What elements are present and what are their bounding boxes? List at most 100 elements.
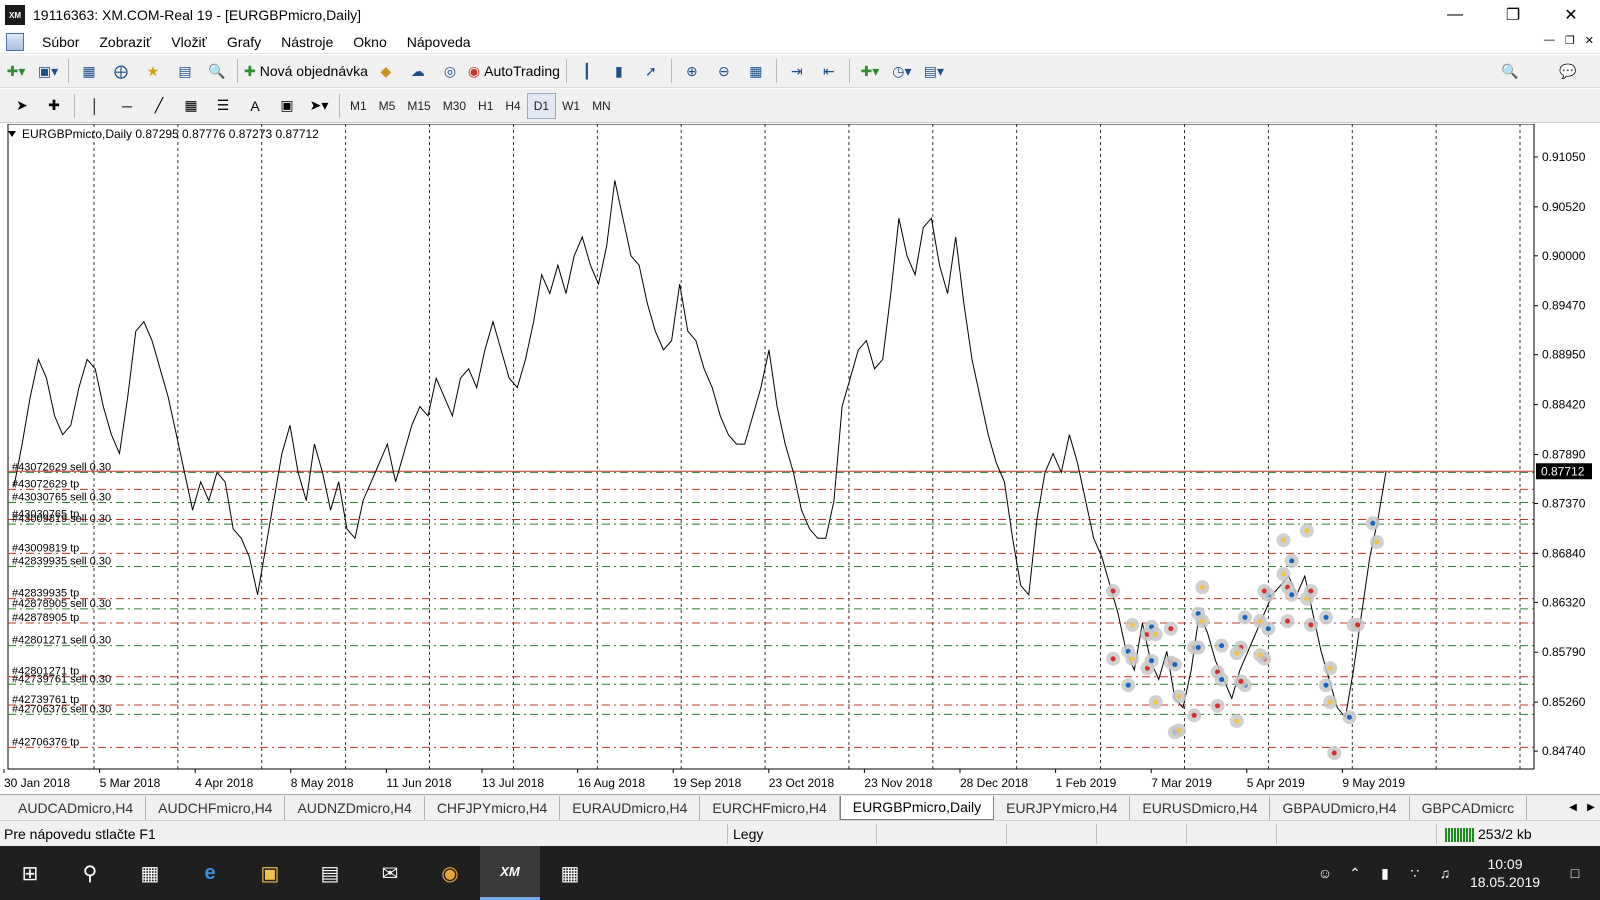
- timeframe-m1[interactable]: M1: [344, 93, 373, 119]
- timeframe-m30[interactable]: M30: [437, 93, 472, 119]
- indicators-icon[interactable]: ✚▾: [856, 58, 884, 84]
- chrome-icon[interactable]: ◉: [420, 846, 480, 900]
- market-watch-icon[interactable]: ▦: [75, 58, 103, 84]
- mail-icon[interactable]: ✉: [360, 846, 420, 900]
- tab-gbpaud[interactable]: GBPAUDmicro,H4: [1270, 795, 1410, 820]
- crosshair-icon[interactable]: ✚: [40, 93, 68, 119]
- search-icon[interactable]: 🔍: [1496, 58, 1524, 84]
- mdi-close-button[interactable]: ✕: [1585, 34, 1594, 47]
- trendline-icon[interactable]: ╱: [145, 93, 173, 119]
- new-chart-button[interactable]: ✚▾: [2, 58, 30, 84]
- chart-window[interactable]: #43072629 sell 0.30 #43072629 tp #43030765…: [0, 123, 1600, 794]
- timeframe-d1[interactable]: D1: [526, 92, 557, 119]
- timeframe-h1[interactable]: H1: [472, 93, 499, 119]
- periods-icon[interactable]: ◷▾: [888, 58, 916, 84]
- zoom-out-icon[interactable]: ⊖: [710, 58, 738, 84]
- fibonacci-icon[interactable]: ☰: [209, 93, 237, 119]
- trade-marker-dot: [1110, 588, 1116, 594]
- trade-marker-dot: [1355, 622, 1361, 628]
- tab-audchf[interactable]: AUDCHFmicro,H4: [146, 795, 286, 820]
- chart-shift-icon[interactable]: ⇤: [815, 58, 843, 84]
- status-separator: [1006, 824, 1007, 844]
- market-icon[interactable]: ◎: [436, 58, 464, 84]
- tab-eurgbp[interactable]: EURGBPmicro,Daily: [839, 795, 995, 820]
- tab-euraud[interactable]: EURAUDmicro,H4: [560, 795, 701, 820]
- navigator-icon[interactable]: ★: [139, 58, 167, 84]
- timeframe-mn[interactable]: MN: [586, 93, 617, 119]
- menu-insert[interactable]: Vložiť: [161, 34, 217, 50]
- volume-icon[interactable]: ♫: [1430, 865, 1460, 881]
- signals-icon[interactable]: ☁: [404, 58, 432, 84]
- templates-icon[interactable]: ▤▾: [920, 58, 948, 84]
- calculator-icon[interactable]: ▦: [540, 846, 600, 900]
- text-label-icon[interactable]: ▣: [273, 93, 301, 119]
- profiles-button[interactable]: ▣▾: [34, 58, 62, 84]
- cursor-icon[interactable]: ➤: [8, 93, 36, 119]
- timeframe-h4[interactable]: H4: [499, 93, 526, 119]
- arrows-icon[interactable]: ➤▾: [305, 93, 333, 119]
- menu-charts[interactable]: Grafy: [217, 34, 271, 50]
- terminal-icon[interactable]: ▤: [171, 58, 199, 84]
- timeframe-m15[interactable]: M15: [401, 93, 436, 119]
- price-chart[interactable]: #43072629 sell 0.30#43072629 tp#43030765…: [0, 123, 1600, 794]
- edge-icon[interactable]: e: [180, 846, 240, 900]
- data-window-icon[interactable]: ⨁: [107, 58, 135, 84]
- tile-windows-icon[interactable]: ▦: [742, 58, 770, 84]
- vertical-line-icon[interactable]: │: [81, 93, 109, 119]
- tab-eurchf[interactable]: EURCHFmicro,H4: [700, 795, 840, 820]
- tab-gbpcad[interactable]: GBPCADmicrc: [1410, 795, 1528, 820]
- tab-scroll-right-icon[interactable]: ▶: [1587, 802, 1595, 813]
- strategy-tester-icon[interactable]: 🔍: [203, 58, 231, 84]
- wifi-icon[interactable]: ∵: [1400, 865, 1430, 882]
- timeframe-w1[interactable]: W1: [556, 93, 586, 119]
- bar-chart-icon[interactable]: ┃: [573, 58, 601, 84]
- chart-window-icon[interactable]: [6, 32, 24, 51]
- tab-scroll-left-icon[interactable]: ◀: [1569, 802, 1577, 813]
- clock[interactable]: 10:09 18.05.2019: [1460, 855, 1550, 891]
- tab-audnzd[interactable]: AUDNZDmicro,H4: [285, 795, 425, 820]
- tab-chfjpy[interactable]: CHFJPYmicro,H4: [425, 795, 561, 820]
- timeframe-m5[interactable]: M5: [373, 93, 402, 119]
- battery-icon[interactable]: ▮: [1370, 865, 1400, 882]
- candlestick-icon[interactable]: ▮: [605, 58, 633, 84]
- trade-marker-dot: [1215, 703, 1221, 709]
- equidistant-channel-icon[interactable]: ▦: [177, 93, 205, 119]
- task-view-icon[interactable]: ▦: [120, 846, 180, 900]
- mdi-minimize-button[interactable]: —: [1544, 34, 1555, 47]
- autotrading-button[interactable]: ◉ AutoTrading: [468, 58, 560, 84]
- auto-scroll-icon[interactable]: ⇥: [783, 58, 811, 84]
- tab-eurjpy[interactable]: EURJPYmicro,H4: [994, 795, 1131, 820]
- connection-status[interactable]: 253/2 kb: [1445, 826, 1532, 842]
- new-order-button[interactable]: ✚ Nová objednávka: [244, 58, 368, 84]
- store-icon[interactable]: ▤: [300, 846, 360, 900]
- line-chart-icon[interactable]: ➚: [637, 58, 665, 84]
- menu-view[interactable]: Zobraziť: [89, 34, 161, 50]
- menu-help[interactable]: Nápoveda: [397, 34, 481, 50]
- zoom-in-icon[interactable]: ⊕: [678, 58, 706, 84]
- horizontal-line-icon[interactable]: ─: [113, 93, 141, 119]
- status-separator: [1186, 824, 1187, 844]
- start-button[interactable]: ⊞: [0, 846, 60, 900]
- trade-marker-dot: [1219, 643, 1225, 649]
- search-icon[interactable]: ⚲: [60, 846, 120, 900]
- autotrading-icon: ◉: [467, 62, 481, 79]
- menu-file[interactable]: Súbor: [32, 34, 89, 50]
- menu-tools[interactable]: Nástroje: [271, 34, 343, 50]
- tab-eurusd[interactable]: EURUSDmicro,H4: [1130, 795, 1271, 820]
- trade-marker-dot: [1110, 656, 1116, 662]
- xm-terminal-taskbar-item[interactable]: XM: [480, 846, 540, 900]
- tray-chevron-icon[interactable]: ⌃: [1340, 865, 1370, 882]
- close-button[interactable]: ✕: [1542, 0, 1600, 30]
- people-icon[interactable]: ☺: [1310, 865, 1340, 881]
- chat-icon[interactable]: 💬: [1554, 58, 1582, 84]
- maximize-button[interactable]: ❐: [1484, 0, 1542, 30]
- minimize-button[interactable]: —: [1426, 0, 1484, 30]
- file-explorer-icon[interactable]: ▣: [240, 846, 300, 900]
- tab-audcad[interactable]: AUDCADmicro,H4: [6, 795, 147, 820]
- mdi-restore-button[interactable]: ❐: [1565, 34, 1575, 47]
- notifications-icon[interactable]: □: [1550, 865, 1600, 881]
- menu-window[interactable]: Okno: [343, 34, 396, 50]
- y-tick-label: 0.84740: [1542, 744, 1586, 758]
- text-icon[interactable]: A: [241, 93, 269, 119]
- metaeditor-icon[interactable]: ◆: [372, 58, 400, 84]
